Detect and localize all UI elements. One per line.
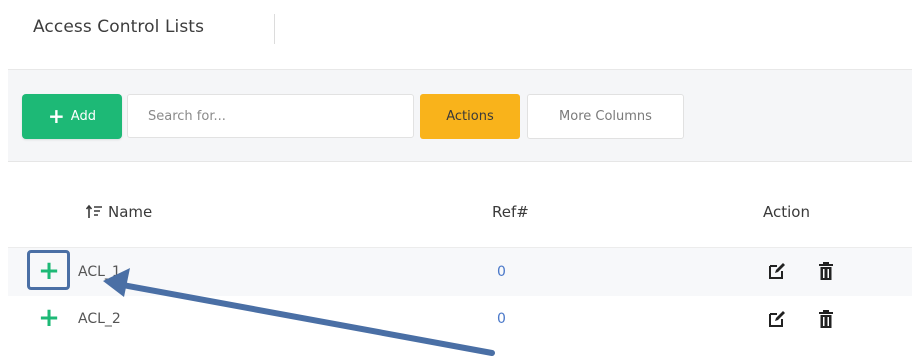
plus-icon[interactable]: + <box>37 305 61 331</box>
title-divider <box>274 14 275 44</box>
actions-button[interactable]: Actions <box>420 94 520 139</box>
trash-icon[interactable] <box>818 310 834 328</box>
ref-count-link[interactable]: 0 <box>497 311 506 327</box>
column-header-name[interactable]: Name <box>86 203 152 221</box>
column-header-name-label: Name <box>108 203 153 221</box>
column-header-ref[interactable]: Ref# <box>492 203 529 221</box>
page-header: Access Control Lists <box>0 0 912 64</box>
search-input[interactable] <box>127 94 414 138</box>
add-button[interactable]: + Add <box>22 94 122 139</box>
add-button-label: Add <box>70 109 96 124</box>
acl-name: ACL_1 <box>78 264 121 280</box>
edit-icon[interactable] <box>768 262 786 280</box>
plus-icon[interactable]: + <box>37 258 61 284</box>
more-columns-button[interactable]: More Columns <box>527 94 684 139</box>
trash-icon[interactable] <box>818 262 834 280</box>
plus-icon: + <box>48 103 65 128</box>
table-row: + ACL_2 0 <box>8 296 912 344</box>
table-row: + ACL_1 0 <box>8 247 912 297</box>
acl-name: ACL_2 <box>78 311 121 327</box>
sort-icon <box>86 204 102 218</box>
ref-count-link[interactable]: 0 <box>497 264 506 280</box>
edit-icon[interactable] <box>768 310 786 328</box>
page-title: Access Control Lists <box>33 17 205 37</box>
column-header-action: Action <box>763 203 810 221</box>
